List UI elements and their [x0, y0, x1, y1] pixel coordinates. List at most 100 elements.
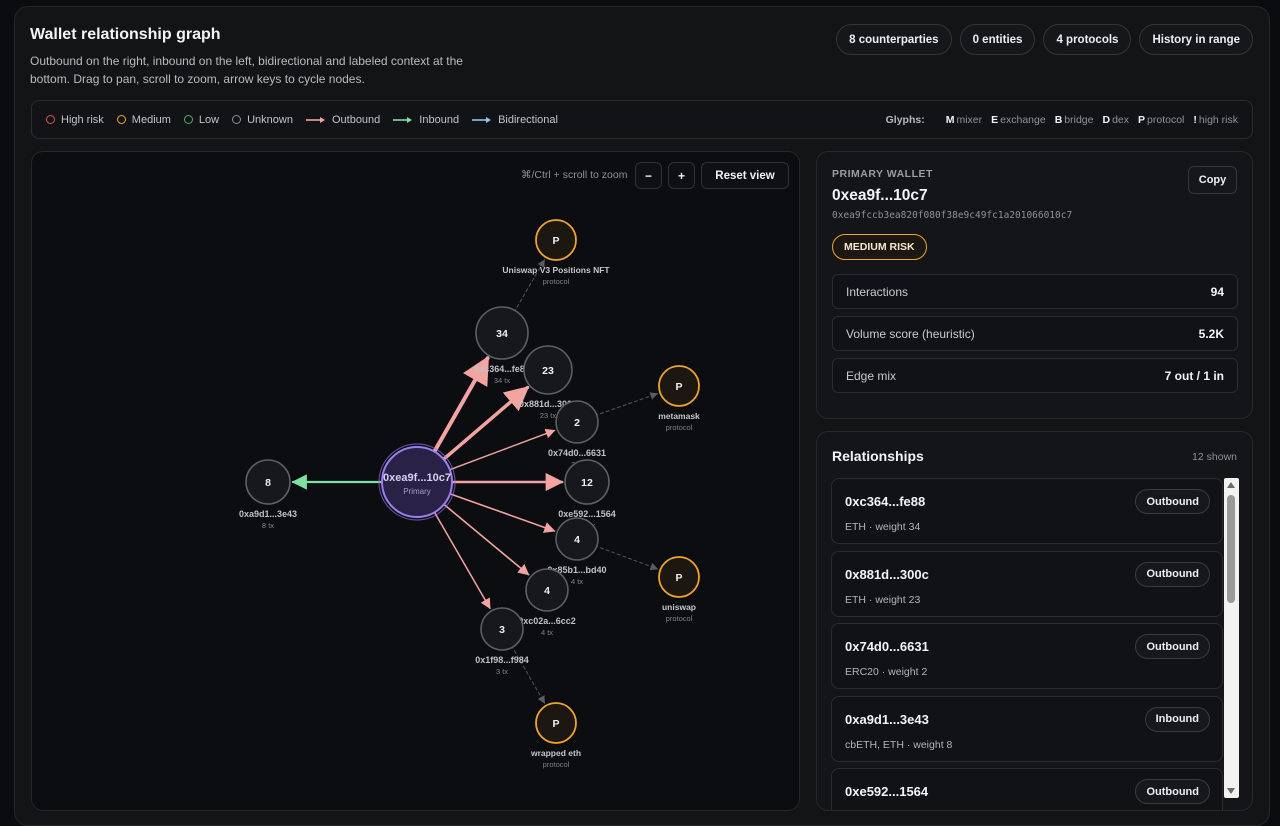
stat-interactions: Interactions 94	[832, 274, 1238, 309]
protocol-glyph-icon: P	[552, 235, 559, 247]
counterparty-node[interactable]: 20x74d0...66312 tx	[548, 400, 606, 469]
legend-inbound: Inbound	[393, 114, 459, 126]
bidirectional-arrow-icon	[472, 116, 492, 123]
primary-wallet-node[interactable]: 0xea9f...10c7 Primary	[378, 443, 456, 521]
relationships-title: Relationships	[832, 448, 924, 464]
protocol-sub: protocol	[543, 277, 570, 286]
direction-badge: Outbound	[1135, 634, 1210, 659]
counterparty-node[interactable]: 3 0x1f98...f984 3 tx	[475, 607, 529, 676]
relationship-graph[interactable]: 340xc364...fe8834 tx230x881d...300c23 tx…	[32, 152, 800, 811]
relationships-count: 12 shown	[1192, 451, 1237, 463]
protocol-glyph-icon: P	[675, 572, 682, 584]
chip-counterparties[interactable]: 8 counterparties	[836, 24, 952, 55]
legend-bidirectional: Bidirectional	[472, 114, 558, 126]
unknown-risk-dot-icon	[232, 115, 242, 124]
protocol-node[interactable]: P Uniswap V3 Positions NFT protocol	[502, 219, 610, 286]
protocol-label: Uniswap V3 Positions NFT	[502, 265, 610, 275]
glyph-high-risk: ! high risk	[1193, 113, 1238, 126]
node-label: 0xa9d1...3e43	[239, 509, 297, 519]
reset-view-button[interactable]: Reset view	[701, 162, 789, 189]
legend-bar: High risk Medium Low Unknown Outbound In…	[31, 100, 1253, 139]
low-risk-dot-icon	[183, 115, 193, 124]
protocol-sub: protocol	[666, 423, 693, 432]
scroll-down-arrow-icon[interactable]	[1227, 788, 1235, 794]
primary-wallet-card: PRIMARY WALLET 0xea9f...10c7 0xea9fccb3e…	[816, 151, 1253, 419]
protocol-label: uniswap	[662, 602, 696, 612]
node-count: 23	[542, 365, 554, 377]
chip-history-range[interactable]: History in range	[1139, 24, 1253, 55]
glyph-dex: Ddex	[1102, 113, 1130, 126]
scroll-thumb[interactable]	[1227, 495, 1235, 603]
outbound-edge	[447, 492, 556, 533]
relationship-item[interactable]: 0x881d...300c ETH · weight 23 Outbound	[831, 550, 1223, 617]
protocol-node[interactable]: Pmetamask protocol	[658, 365, 700, 432]
protocol-label: wrapped eth	[530, 748, 581, 758]
medium-risk-dot-icon	[116, 115, 126, 124]
outbound-edge	[432, 509, 491, 610]
primary-wallet-label: PRIMARY WALLET	[832, 168, 933, 180]
node-label: 0x74d0...6631	[548, 448, 606, 458]
chip-entities[interactable]: 0 entities	[959, 24, 1036, 55]
protocol-node[interactable]: Puniswap protocol	[658, 556, 700, 623]
node-count: 3	[499, 624, 505, 636]
inbound-arrow-icon	[393, 116, 413, 123]
relationship-item[interactable]: 0xc364...fe88 ETH · weight 34 Outbound	[831, 478, 1223, 544]
scroll-up-arrow-icon[interactable]	[1227, 482, 1235, 488]
counterparty-node[interactable]: 34 0xc364...fe88 34 tx	[474, 306, 530, 385]
node-count: 12	[581, 477, 593, 489]
zoom-out-button[interactable]: −	[635, 162, 662, 189]
node-count: 4	[574, 534, 580, 546]
copy-button[interactable]: Copy	[1188, 166, 1237, 194]
node-count: 8	[265, 477, 271, 489]
relationship-item[interactable]: 0x74d0...6631 ERC20 · weight 2 Outbound	[831, 623, 1223, 689]
relationships-card: Relationships 12 shown 0xc364...fe88 ETH…	[816, 431, 1253, 811]
stat-volume-score: Volume score (heuristic) 5.2K	[832, 316, 1238, 351]
counterparty-node[interactable]: 120xe592...156412 tx	[558, 459, 616, 530]
node-count: 4	[544, 585, 550, 597]
glyph-exchange: Eexchange	[991, 113, 1046, 126]
relationships-scrollbar[interactable]	[1224, 478, 1239, 798]
node-label: 0xc02a...6cc2	[518, 616, 576, 626]
direction-badge: Inbound	[1144, 706, 1210, 732]
protocol-sub: protocol	[666, 614, 693, 623]
node-sub: 4 tx	[571, 577, 583, 586]
page-title: Wallet relationship graph	[30, 26, 221, 43]
legend-high-risk: High risk	[46, 114, 104, 126]
primary-node-label: 0xea9f...10c7	[383, 472, 451, 484]
node-label: 0x1f98...f984	[475, 655, 529, 665]
outbound-edge	[440, 385, 530, 463]
node-count: 2	[574, 417, 580, 429]
risk-badge: MEDIUM RISK	[832, 234, 927, 260]
node-sub: 34 tx	[494, 376, 511, 385]
stat-edge-mix: Edge mix 7 out / 1 in	[832, 358, 1238, 393]
protocol-edge	[594, 392, 659, 417]
protocol-node[interactable]: Pwrapped eth protocol	[530, 702, 581, 769]
high-risk-dot-icon	[46, 115, 55, 124]
counterparty-node[interactable]: 4 0xc02a...6cc2 4 tx	[518, 568, 576, 637]
graph-canvas[interactable]: 34 0xc364...fe88 34 tx 23 0x881d...300c 23 tx…	[31, 151, 800, 811]
primary-wallet-address: 0xea9f...10c7	[832, 187, 928, 204]
node-sub: 8 tx	[262, 521, 274, 530]
protocol-glyph-icon: P	[552, 718, 559, 730]
relationship-item[interactable]: 0xe592...1564 Outbound	[831, 768, 1223, 810]
primary-wallet-full-address: 0xea9fccb3ea820f080f38e9c49fc1a201066010…	[832, 210, 1073, 221]
legend-unknown: Unknown	[232, 114, 293, 126]
legend-outbound: Outbound	[305, 114, 380, 126]
primary-node-sub: Primary	[403, 487, 431, 496]
direction-badge: Outbound	[1135, 561, 1210, 587]
summary-chips: 8 counterparties 0 entities 4 protocols …	[836, 24, 1253, 55]
node-sub: 23 tx	[540, 411, 557, 420]
glyph-legend: Glyphs: Mmixer Eexchange Bbridge Ddex Pp…	[885, 113, 1238, 126]
page-subtitle: Outbound on the right, inbound on the le…	[30, 54, 463, 86]
outbound-arrow-icon	[305, 116, 325, 123]
legend-medium: Medium	[116, 114, 171, 126]
counterparty-node[interactable]: 8 0xa9d1...3e43 8 tx	[239, 459, 297, 530]
chip-protocols[interactable]: 4 protocols	[1043, 24, 1132, 55]
outbound-edge	[441, 502, 530, 576]
relationships-list[interactable]: 0xc364...fe88 ETH · weight 34 Outbound 0…	[831, 478, 1223, 810]
node-label: 0xc364...fe88	[474, 364, 530, 374]
glyph-protocol: Pprotocol	[1138, 113, 1185, 126]
protocol-label: metamask	[658, 411, 700, 421]
relationship-item[interactable]: 0xa9d1...3e43 cbETH, ETH · weight 8 Inbo…	[831, 695, 1223, 762]
zoom-in-button[interactable]: +	[668, 162, 695, 189]
